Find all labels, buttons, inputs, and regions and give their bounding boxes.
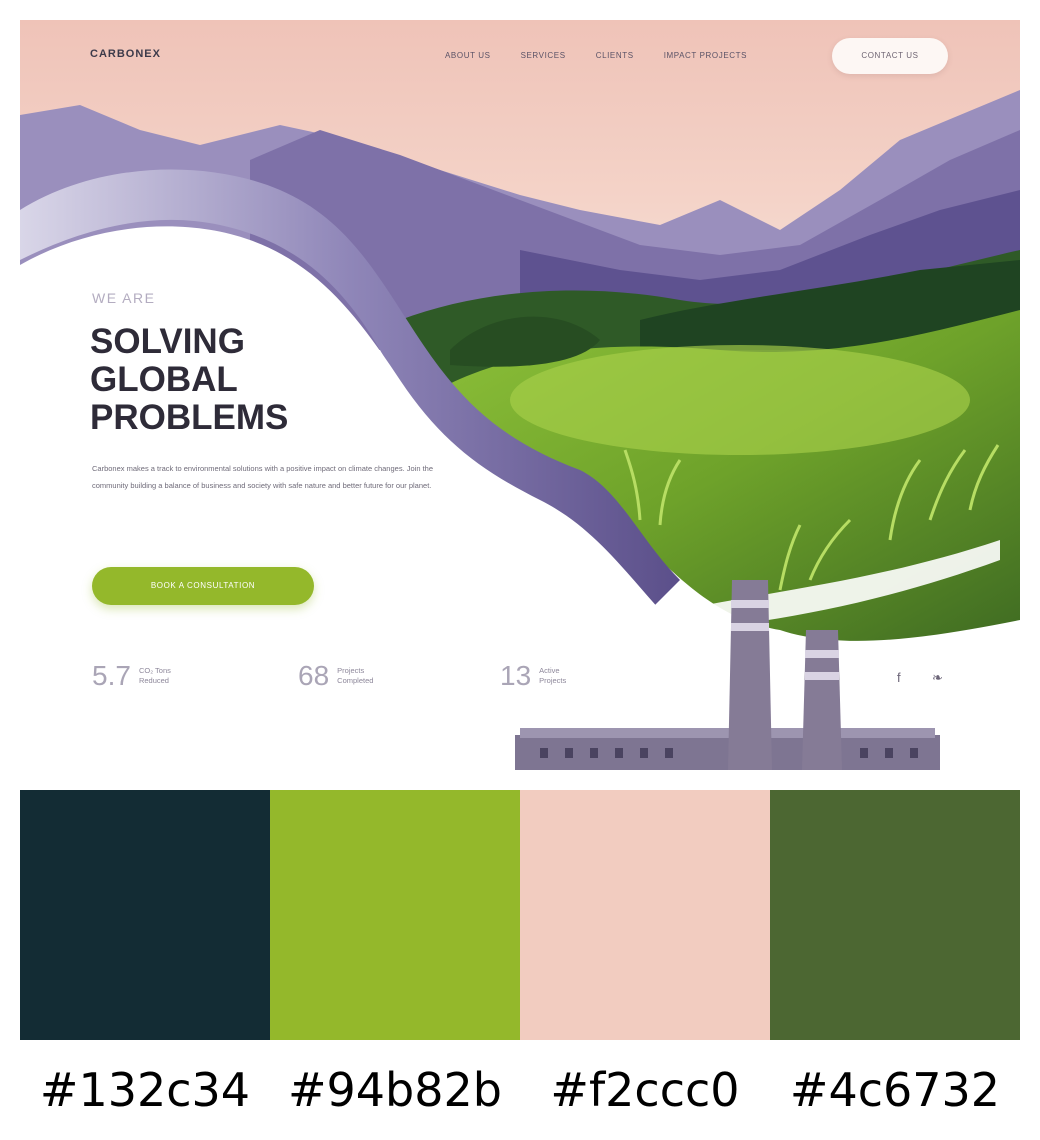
swatch-2 [270,790,520,1040]
headline-line-3: PROBLEMS [90,398,289,437]
stat-label: Projects Completed [337,666,373,686]
headline-line-1: SOLVING [90,322,245,361]
stat-label: CO₂ Tons Reduced [139,666,171,686]
hex-code-2: #94b82b [287,1063,502,1117]
stat-value: 13 [500,660,532,691]
website-mockup: CARBONEX ABOUT US SERVICES CLIENTS IMPAC… [20,20,1020,770]
stat-co2-reduced: 5.7 CO₂ Tons Reduced [92,660,171,692]
top-navigation: CARBONEX ABOUT US SERVICES CLIENTS IMPAC… [20,20,1020,100]
hero-eyebrow: WE ARE [92,290,156,306]
nav-link-services[interactable]: SERVICES [521,51,566,60]
stat-label: Active Projects [539,666,566,686]
factory-roof [520,728,935,738]
hex-code-1: #132c34 [39,1063,251,1117]
nav-link-about-us[interactable]: ABOUT US [445,51,491,60]
nav-link-clients[interactable]: CLIENTS [596,51,634,60]
twitter-icon[interactable]: ❧ [932,670,943,686]
nav-link-impact-projects[interactable]: IMPACT PROJECTS [664,51,747,60]
chimney-right [802,630,842,770]
palette-hex-codes: #132c34 #94b82b #f2ccc0 #4c6732 [20,1055,1020,1125]
stat-projects-completed: 68 Projects Completed [298,660,373,692]
hero-headline: SOLVING GLOBAL PROBLEMS [90,323,410,437]
stat-label-line-1: CO₂ Tons [138,666,171,675]
stat-value: 5.7 [92,660,131,691]
stat-label-line-1: Active [539,666,560,675]
hex-code-3: #f2ccc0 [550,1063,740,1117]
stat-value: 68 [298,660,330,691]
chimney-left [728,580,772,770]
stat-label-line-1: Projects [337,666,365,675]
color-palette [20,790,1020,1040]
stat-label-line-2: Completed [337,676,374,685]
factory-building [515,735,940,770]
stat-label-line-2: Projects [539,676,567,685]
brand-logo[interactable]: CARBONEX [90,48,161,60]
swatch-3 [520,790,770,1040]
meadow-highlight [510,345,970,455]
headline-line-2: GLOBAL [90,360,238,399]
book-consultation-button[interactable]: BOOK A CONSULTATION [92,567,314,605]
stat-label-line-2: Reduced [138,676,169,685]
swatch-1 [20,790,270,1040]
contact-us-button[interactable]: CONTACT US [832,38,948,74]
facebook-icon[interactable]: f [897,670,901,685]
stat-active-projects: 13 Active Projects [500,660,566,692]
hero-description: Carbonex makes a track to environmental … [92,464,434,490]
hex-code-4: #4c6732 [789,1063,1001,1117]
swatch-4 [770,790,1020,1040]
nav-links: ABOUT US SERVICES CLIENTS IMPACT PROJECT… [445,51,747,60]
